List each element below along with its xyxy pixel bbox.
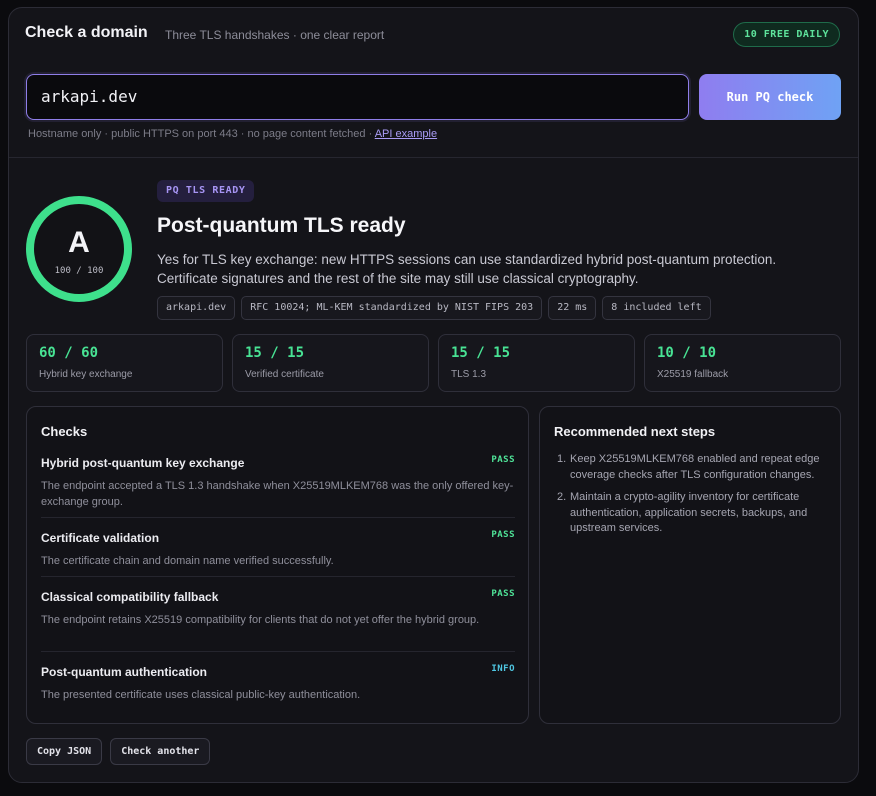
score-value: 60 / 60 xyxy=(39,345,99,361)
section-divider xyxy=(9,157,858,158)
pq-ready-pill: PQ TLS READY xyxy=(157,180,255,202)
result-description: Yes for TLS key exchange: new HTTPS sess… xyxy=(157,252,777,286)
step-number: 2. xyxy=(557,491,567,503)
check-another-button[interactable]: Check another xyxy=(110,738,211,765)
score-card-hybrid-key-exchange: 60 / 60 Hybrid key exchange xyxy=(26,334,223,392)
list-item: 1. Keep X25519MLKEM768 enabled and repea… xyxy=(554,452,826,483)
grade-letter: A xyxy=(68,226,90,259)
next-steps-list: 1. Keep X25519MLKEM768 enabled and repea… xyxy=(554,452,826,544)
score-label: Hybrid key exchange xyxy=(39,369,133,380)
check-name: Certificate validation xyxy=(41,531,160,545)
meta-chip-quota: 8 included left xyxy=(602,296,711,320)
domain-input-wrapper xyxy=(26,74,689,120)
check-item-fallback: Classical compatibility fallback PASS Th… xyxy=(41,588,515,628)
next-steps-title: Recommended next steps xyxy=(554,424,716,439)
checks-title: Checks xyxy=(41,424,88,439)
result-title: Post-quantum TLS ready xyxy=(157,214,406,237)
score-value: 15 / 15 xyxy=(451,345,511,361)
score-value: 15 / 15 xyxy=(245,345,305,361)
meta-chip-domain: arkapi.dev xyxy=(157,296,236,320)
api-example-link[interactable]: API example xyxy=(375,128,437,140)
step-text: Keep X25519MLKEM768 enabled and repeat e… xyxy=(570,453,820,481)
grade-score: 100 / 100 xyxy=(54,266,104,276)
panel-subtitle: Three TLS handshakes · one clear report xyxy=(165,28,385,42)
check-name: Hybrid post-quantum key exchange xyxy=(41,456,245,470)
score-label: TLS 1.3 xyxy=(451,369,487,380)
meta-chip-standard: RFC 10024; ML-KEM standardized by NIST F… xyxy=(241,296,543,320)
hint-text: Hostname only · public HTTPS on port 443… xyxy=(28,128,373,140)
grade-ring: A 100 / 100 xyxy=(26,196,132,302)
next-steps-panel: Recommended next steps 1. Keep X25519MLK… xyxy=(539,406,841,724)
score-cards: 60 / 60 Hybrid key exchange 15 / 15 Veri… xyxy=(26,334,841,392)
step-number: 1. xyxy=(557,453,567,465)
check-description: The endpoint accepted a TLS 1.3 handshak… xyxy=(41,480,514,508)
check-status-badge: PASS xyxy=(491,455,515,465)
score-card-x25519-fallback: 10 / 10 X25519 fallback xyxy=(644,334,841,392)
checks-panel: Checks Hybrid post-quantum key exchange … xyxy=(26,406,529,724)
panel-header: Check a domain Three TLS handshakes · on… xyxy=(9,8,858,60)
meta-chip-latency: 22 ms xyxy=(548,296,597,320)
list-item: 2. Maintain a crypto-agility inventory f… xyxy=(554,490,826,537)
domain-input[interactable] xyxy=(41,75,671,118)
check-divider xyxy=(41,517,515,518)
score-value: 10 / 10 xyxy=(657,345,717,361)
check-description: The certificate chain and domain name ve… xyxy=(41,555,334,567)
check-name: Classical compatibility fallback xyxy=(41,590,219,604)
score-card-tls13: 15 / 15 TLS 1.3 xyxy=(438,334,635,392)
check-status-badge: PASS xyxy=(491,589,515,599)
footer-actions: Copy JSON Check another xyxy=(26,738,211,765)
input-hint: Hostname only · public HTTPS on port 443… xyxy=(28,128,437,140)
check-description: The endpoint retains X25519 compatibilit… xyxy=(41,614,480,626)
check-divider xyxy=(41,651,515,652)
check-item-certificate: Certificate validation PASS The certific… xyxy=(41,529,515,569)
run-pq-check-button[interactable]: Run PQ check xyxy=(699,74,841,120)
check-status-badge: PASS xyxy=(491,530,515,540)
check-status-badge: INFO xyxy=(491,664,515,674)
score-label: X25519 fallback xyxy=(657,369,729,380)
panel-title: Check a domain xyxy=(25,24,148,41)
free-daily-badge: 10 FREE DAILY xyxy=(733,22,840,47)
score-card-verified-certificate: 15 / 15 Verified certificate xyxy=(232,334,429,392)
check-name: Post-quantum authentication xyxy=(41,665,207,679)
check-divider xyxy=(41,576,515,577)
result-meta-row: arkapi.dev RFC 10024; ML-KEM standardize… xyxy=(157,296,711,320)
score-label: Verified certificate xyxy=(245,369,324,380)
check-item-pq-auth: Post-quantum authentication INFO The pre… xyxy=(41,663,515,703)
step-text: Maintain a crypto-agility inventory for … xyxy=(570,491,808,534)
domain-check-panel: Check a domain Three TLS handshakes · on… xyxy=(8,7,859,783)
copy-json-button[interactable]: Copy JSON xyxy=(26,738,103,765)
check-description: The presented certificate uses classical… xyxy=(41,689,361,701)
check-item-hybrid-pq: Hybrid post-quantum key exchange PASS Th… xyxy=(41,454,515,510)
